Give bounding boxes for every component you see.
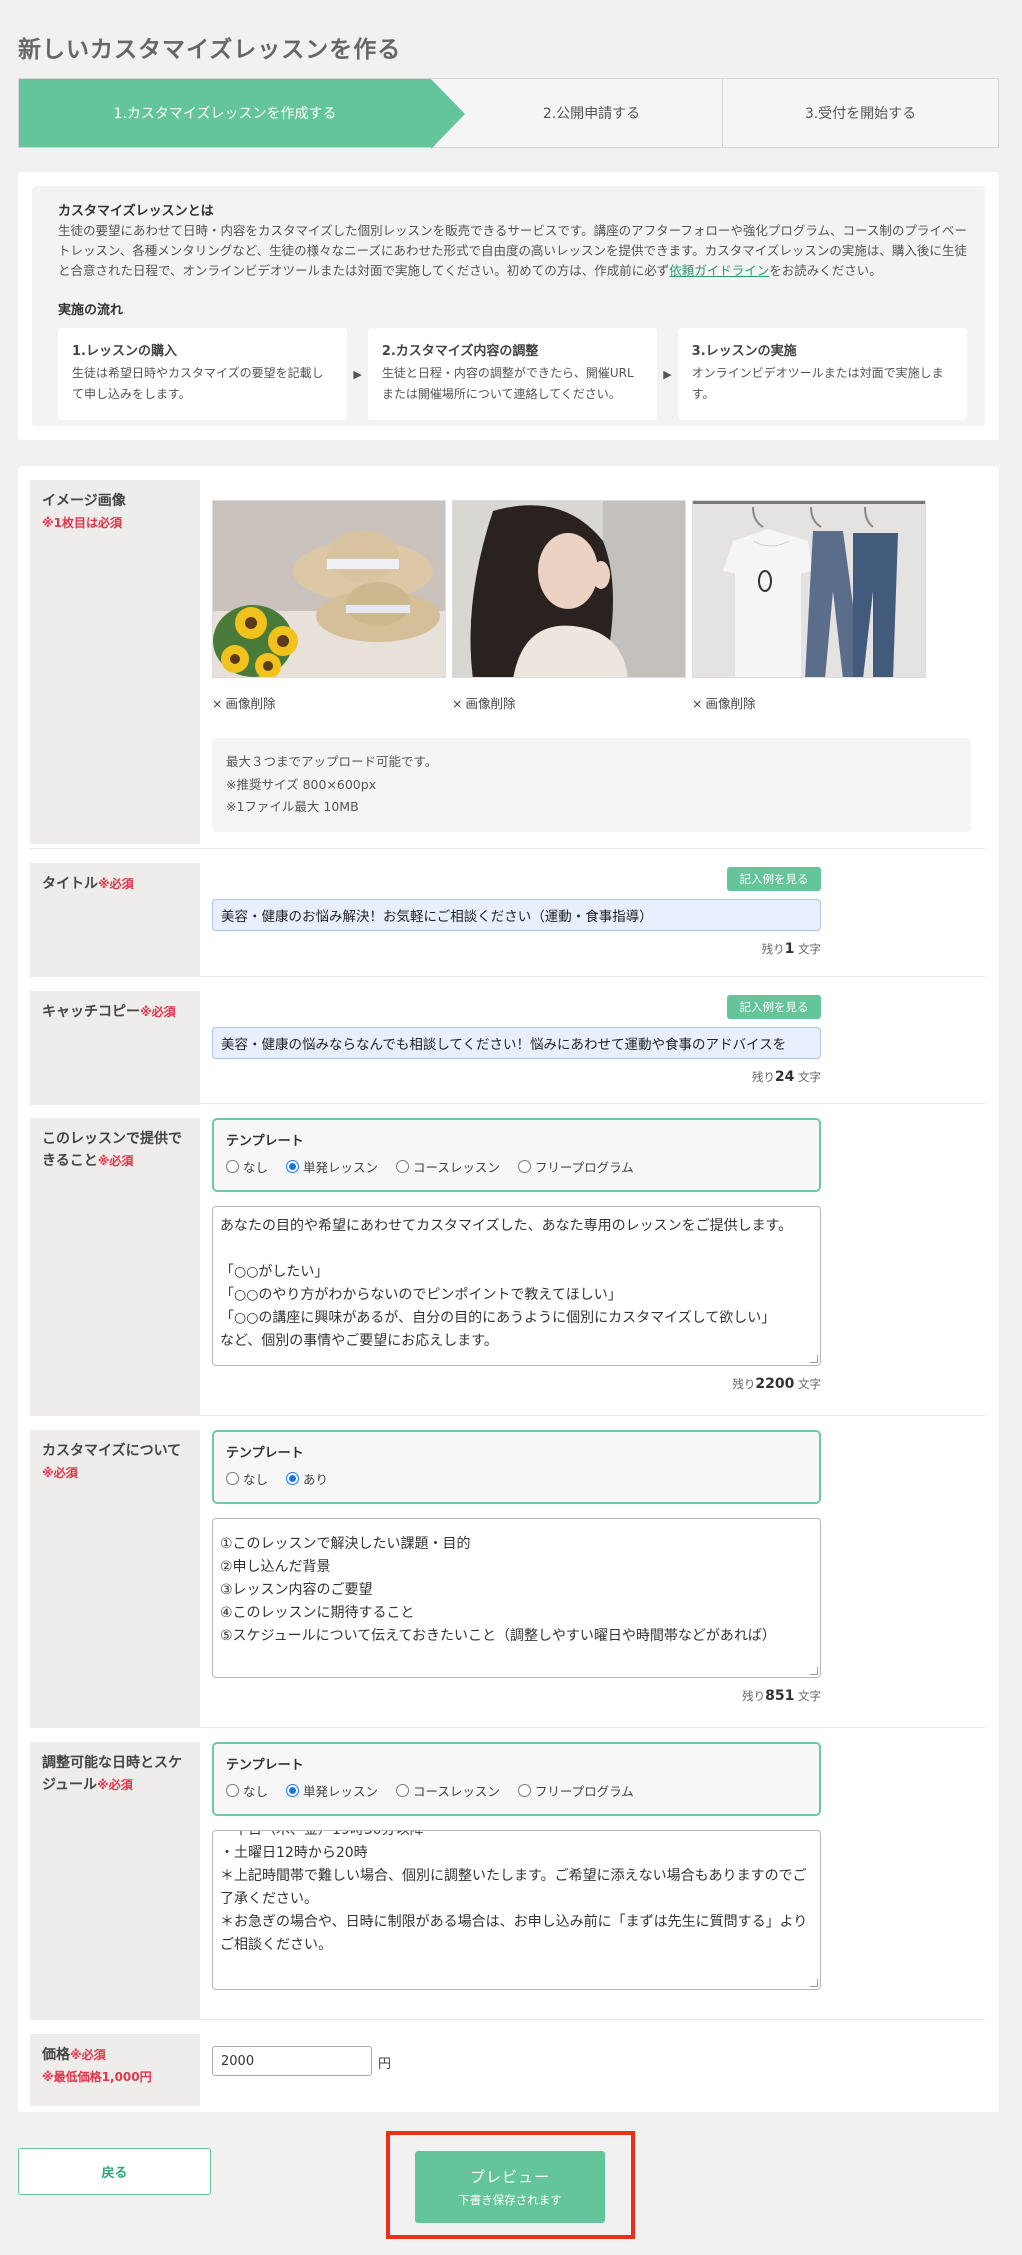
customize-template: テンプレート なし あり [212, 1430, 821, 1504]
resize-handle[interactable] [810, 1667, 818, 1675]
provide-option-free[interactable]: フリープログラム [517, 1157, 634, 1176]
resize-handle[interactable] [810, 1979, 818, 1987]
customize-option-yes[interactable]: あり [286, 1469, 328, 1488]
flow-step-adjust: 2.カスタマイズ内容の調整 生徒と日程・内容の調整ができたら、開催URLまたは開… [367, 328, 658, 420]
provide-option-course[interactable]: コースレッスン [396, 1157, 500, 1176]
delete-image-2-button[interactable]: × 画像削除 [452, 693, 686, 712]
lesson-form: イメージ画像 ※1枚目は必須 × 画像削除 × 画像削除 × 画像削除 最大３つ… [18, 466, 999, 2112]
image-grid: × 画像削除 × 画像削除 × 画像削除 [212, 500, 971, 712]
intro-card: カスタマイズレッスンとは 生徒の要望にあわせて日時・内容をカスタマイズした個別レ… [18, 172, 999, 440]
arrow-right-icon: ▶ [353, 367, 362, 381]
flow-step-purchase: 1.レッスンの購入 生徒は希望日時やカスタマイズの要望を記載して申し込みをします… [58, 328, 348, 420]
provide-label: このレッスンで提供できること※必須 [30, 1118, 200, 1416]
schedule-option-free[interactable]: フリープログラム [517, 1781, 634, 1800]
provide-option-none[interactable]: なし [226, 1157, 268, 1176]
price-input[interactable]: 2000 [212, 2046, 372, 2076]
page-title: 新しいカスタマイズレッスンを作る [18, 37, 402, 63]
price-label: 価格※必須 ※最低価格1,000円 [30, 2034, 200, 2106]
schedule-option-single[interactable]: 単発レッスン [286, 1781, 378, 1800]
step-progress: 1.カスタマイズレッスンを作成する 2.公開申請する 3.受付を開始する [18, 78, 999, 149]
catch-row: キャッチコピー※必須 記入例を見る 美容・健康の悩みならなんでも相談してください… [30, 977, 985, 1105]
provide-template-options: なし 単発レッスン コースレッスン フリープログラム [226, 1157, 807, 1176]
schedule-option-course[interactable]: コースレッスン [396, 1781, 500, 1800]
lesson-image-3 [692, 500, 926, 678]
title-input[interactable]: 美容・健康のお悩み解決！お気軽にご相談ください（運動・食事指導） [212, 899, 821, 931]
close-icon: × [212, 696, 223, 711]
flow-steps: 1.レッスンの購入 生徒は希望日時やカスタマイズの要望を記載して申し込みをします… [58, 328, 968, 420]
customize-row: カスタマイズについて※必須 テンプレート なし あり ①このレッスンで解決したい… [30, 1416, 985, 1728]
title-row: タイトル※必須 記入例を見る 美容・健康のお悩み解決！お気軽にご相談ください（運… [30, 849, 985, 977]
intro-text: 生徒の要望にあわせて日時・内容をカスタマイズした個別レッスンを販売できるサービス… [58, 223, 967, 278]
upload-notes: 最大３つまでアップロード可能です。 ※推奨サイズ 800×600px ※1ファイ… [212, 738, 971, 832]
schedule-row: 調整可能な日時とスケジュール※必須 テンプレート なし 単発レッスン コースレッ… [30, 1728, 985, 2020]
provide-option-single[interactable]: 単発レッスン [286, 1157, 378, 1176]
close-icon: × [452, 696, 463, 711]
catch-remaining: 残り24 文字 [751, 1069, 821, 1085]
schedule-textarea[interactable]: ・平日（木、金）19時30分以降 ・土曜日12時から20時 ＊上記時間帯で難しい… [212, 1830, 821, 1990]
back-button[interactable]: 戻る [18, 2148, 211, 2195]
step-create: 1.カスタマイズレッスンを作成する [19, 79, 465, 149]
preview-button[interactable]: プレビュー 下書き保存されます [415, 2151, 605, 2223]
provide-row: このレッスンで提供できること※必須 テンプレート なし 単発レッスン コースレッ… [30, 1104, 985, 1416]
title-remaining: 残り1 文字 [761, 941, 821, 957]
customize-label: カスタマイズについて※必須 [30, 1430, 200, 1728]
title-label: タイトル※必須 [30, 863, 200, 977]
catch-input[interactable]: 美容・健康の悩みならなんでも相談してください！悩みにあわせて運動や食事のアドバイ… [212, 1027, 821, 1059]
catch-label: キャッチコピー※必須 [30, 991, 200, 1105]
price-unit: 円 [378, 2057, 392, 2072]
schedule-option-none[interactable]: なし [226, 1781, 268, 1800]
resize-handle[interactable] [810, 1355, 818, 1363]
provide-textarea[interactable]: あなたの目的や希望にあわせてカスタマイズした、あなた専用のレッスンをご提供します… [212, 1206, 821, 1366]
flow-heading: 実施の流れ [58, 303, 124, 318]
delete-image-3-button[interactable]: × 画像削除 [692, 693, 926, 712]
price-row: 価格※必須 ※最低価格1,000円 2000 円 [30, 2020, 985, 2112]
title-example-button[interactable]: 記入例を見る [727, 867, 821, 891]
catch-example-button[interactable]: 記入例を見る [727, 995, 821, 1019]
customize-remaining: 残り851 文字 [742, 1688, 821, 1704]
customize-textarea[interactable]: ①このレッスンで解決したい課題・目的 ②申し込んだ背景 ③レッスン内容のご要望 … [212, 1518, 821, 1678]
guideline-link[interactable]: 依頼ガイドライン [669, 263, 769, 278]
customize-option-none[interactable]: なし [226, 1469, 268, 1488]
schedule-label: 調整可能な日時とスケジュール※必須 [30, 1742, 200, 2020]
step-start: 3.受付を開始する [804, 106, 917, 122]
image-label: イメージ画像 ※1枚目は必須 [30, 480, 200, 844]
lesson-image-2 [452, 500, 686, 678]
step-apply: 2.公開申請する [431, 79, 723, 147]
schedule-template: テンプレート なし 単発レッスン コースレッスン フリープログラム [212, 1742, 821, 1816]
flow-step-conduct: 3.レッスンの実施 オンラインビデオツールまたは対面で実施します。 [677, 328, 968, 420]
customize-template-options: なし あり [226, 1469, 807, 1488]
close-icon: × [692, 696, 703, 711]
preview-highlight: プレビュー 下書き保存されます [386, 2131, 635, 2239]
lesson-image-1 [212, 500, 446, 678]
schedule-template-options: なし 単発レッスン コースレッスン フリープログラム [226, 1781, 807, 1800]
provide-template: テンプレート なし 単発レッスン コースレッスン フリープログラム [212, 1118, 821, 1192]
provide-remaining: 残り2200 文字 [732, 1376, 821, 1392]
delete-image-1-button[interactable]: × 画像削除 [212, 693, 446, 712]
intro-heading: カスタマイズレッスンとは [58, 204, 214, 219]
arrow-right-icon: ▶ [663, 367, 672, 381]
image-row: イメージ画像 ※1枚目は必須 × 画像削除 × 画像削除 × 画像削除 最大３つ… [30, 466, 985, 849]
